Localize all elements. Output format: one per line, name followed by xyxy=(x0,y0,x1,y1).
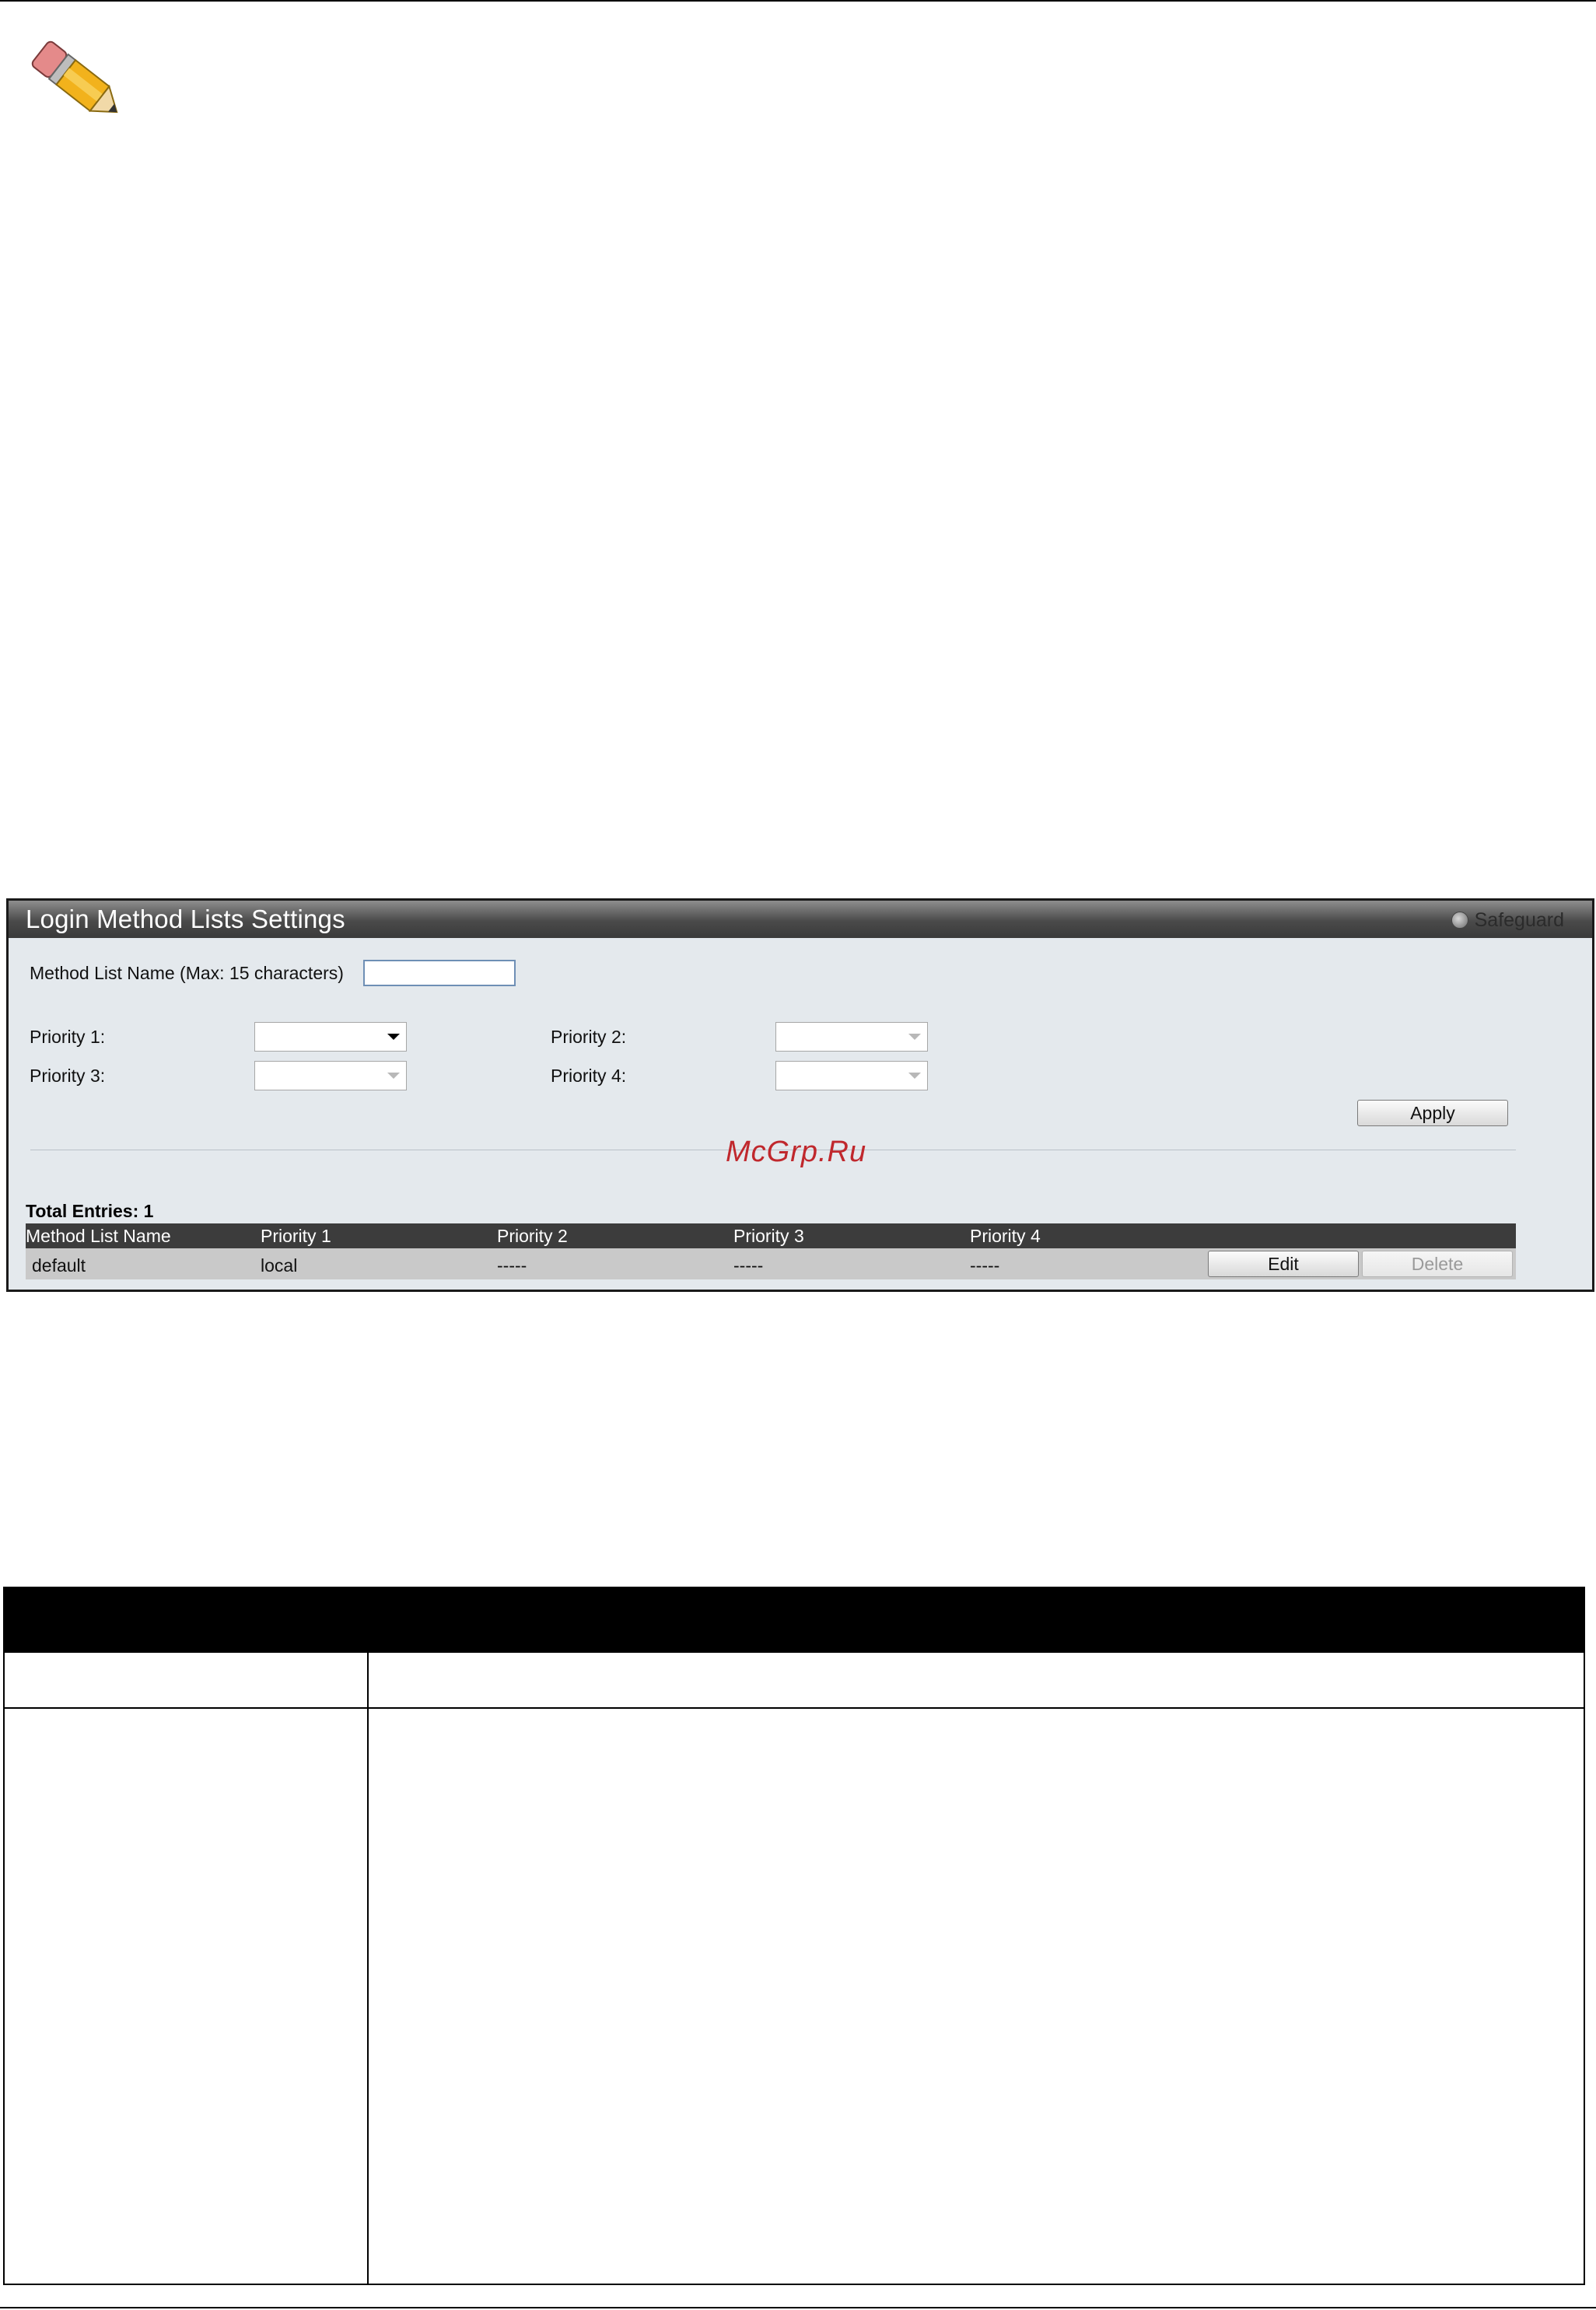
priority4-select[interactable] xyxy=(775,1061,928,1090)
top-rule xyxy=(0,0,1596,2)
login-method-lists-panel: Login Method Lists Settings Safeguard Me… xyxy=(6,898,1594,1292)
table-row: default local ----- ----- ----- Edit Del… xyxy=(26,1248,1516,1279)
priority3-label: Priority 3: xyxy=(30,1066,106,1086)
cell-priority3: ----- xyxy=(733,1255,764,1276)
cell-method-list-name: default xyxy=(32,1255,86,1276)
priority1-label: Priority 1: xyxy=(30,1027,106,1047)
cell-priority1: local xyxy=(261,1255,298,1276)
chevron-down-icon xyxy=(387,1034,400,1040)
method-list-name-input[interactable] xyxy=(363,960,516,986)
cell-priority2: ----- xyxy=(497,1255,527,1276)
priority1-select[interactable] xyxy=(254,1022,407,1052)
safeguard-label: Safeguard xyxy=(1474,908,1564,931)
apply-button[interactable]: Apply xyxy=(1357,1100,1508,1126)
header-method-list-name: Method List Name xyxy=(26,1226,171,1246)
edit-button[interactable]: Edit xyxy=(1208,1251,1359,1277)
watermark: McGrp.Ru xyxy=(726,1136,867,1168)
total-entries: Total Entries: 1 xyxy=(26,1201,154,1221)
header-priority3: Priority 3 xyxy=(733,1226,804,1246)
priority2-label: Priority 2: xyxy=(551,1027,627,1047)
table-header: Method List Name Priority 1 Priority 2 P… xyxy=(26,1223,1516,1248)
priority4-label: Priority 4: xyxy=(551,1066,627,1086)
priority3-select[interactable] xyxy=(254,1061,407,1090)
safeguard-indicator[interactable]: Safeguard xyxy=(1451,908,1564,931)
parameter-table-row xyxy=(5,1653,1584,1709)
delete-button[interactable]: Delete xyxy=(1362,1251,1513,1277)
safeguard-indicator-icon xyxy=(1451,912,1468,929)
bottom-rule xyxy=(0,2307,1596,2308)
panel-title-bar: Login Method Lists Settings Safeguard xyxy=(9,901,1592,938)
parameter-table-column-divider xyxy=(367,1653,369,2285)
chevron-down-icon xyxy=(387,1073,400,1079)
pencil-icon xyxy=(31,40,118,114)
header-priority1: Priority 1 xyxy=(261,1226,331,1246)
panel-title: Login Method Lists Settings xyxy=(26,905,345,933)
chevron-down-icon xyxy=(908,1034,921,1040)
method-list-name-label: Method List Name (Max: 15 characters) xyxy=(30,963,344,983)
header-priority2: Priority 2 xyxy=(497,1226,568,1246)
header-priority4: Priority 4 xyxy=(970,1226,1041,1246)
parameter-table xyxy=(3,1587,1585,2285)
parameter-table-header xyxy=(5,1588,1584,1653)
chevron-down-icon xyxy=(908,1073,921,1079)
cell-priority4: ----- xyxy=(970,1255,1000,1276)
priority2-select[interactable] xyxy=(775,1022,928,1052)
